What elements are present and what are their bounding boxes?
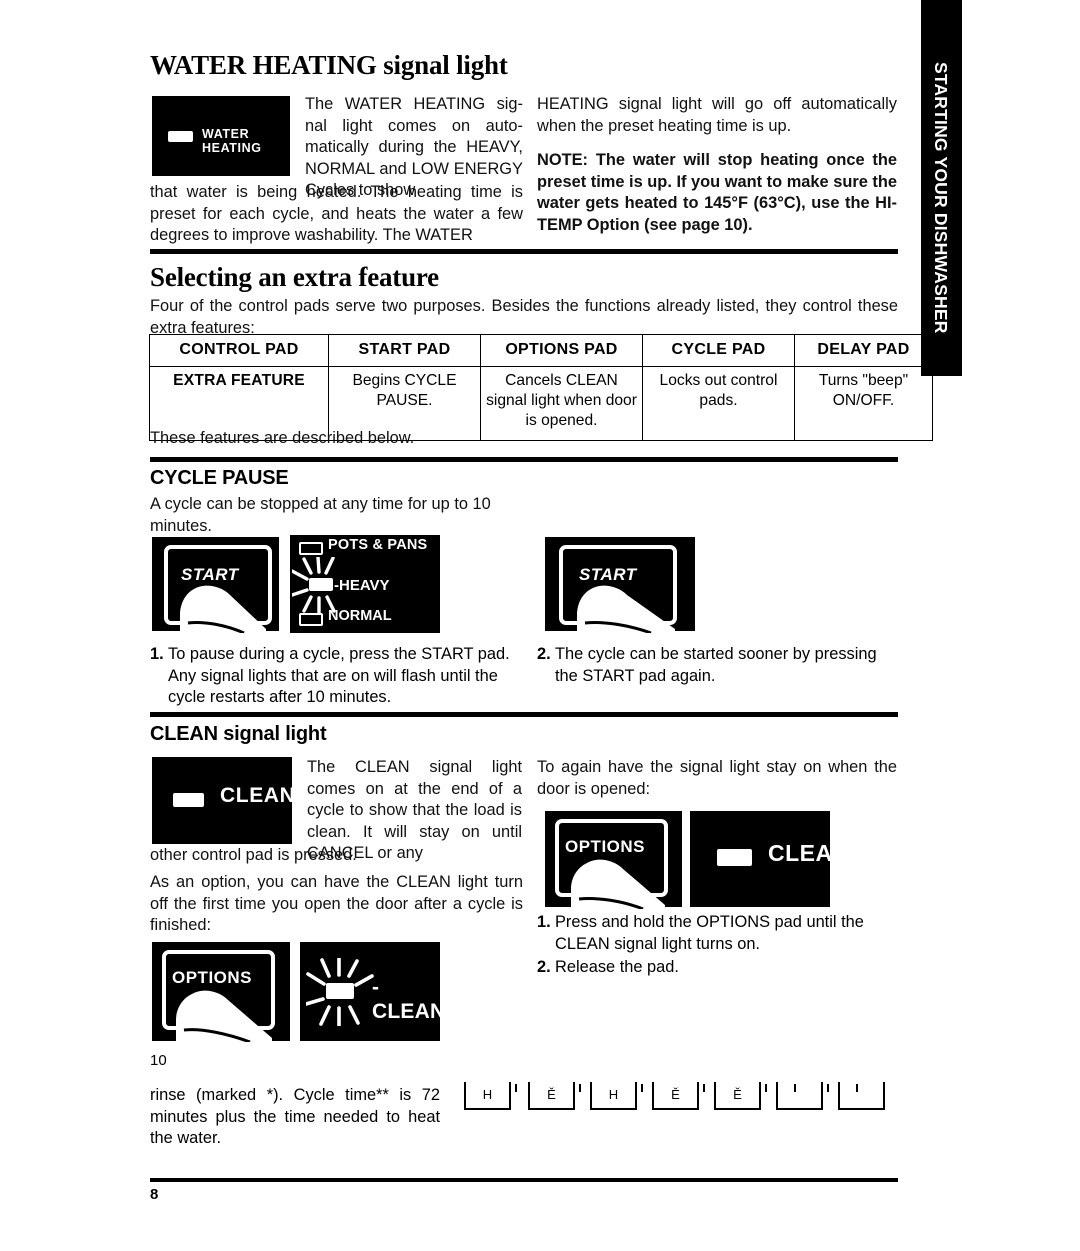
glyph-box: Ě	[528, 1082, 575, 1110]
clean-paragraph-1b: other control pad is pressed.	[150, 846, 357, 864]
indicator-lamp-icon	[299, 542, 323, 555]
step-number: 2.	[537, 958, 551, 976]
glyph-tick	[579, 1084, 581, 1092]
water-heating-panel-figure: WATER HEATING	[152, 96, 290, 176]
options-pad-label: OPTIONS	[565, 837, 646, 856]
table-header-cell: OPTIONS PAD	[480, 334, 643, 367]
table-header-cell: CONTROL PAD	[149, 334, 329, 367]
table-cell: Turns "beep" ON/OFF.	[794, 366, 933, 441]
page-title-water-heating: WATER HEATING signal light	[150, 50, 508, 80]
section-divider	[150, 457, 898, 462]
water-heating-paragraph-2a: HEATING signal light will go off automat…	[537, 95, 897, 135]
extra-feature-closing: These features are described below.	[150, 429, 415, 447]
section-tab: STARTING YOUR DISHWASHER	[921, 0, 962, 376]
indicator-lamp-icon	[717, 849, 752, 866]
water-heating-paragraph-1b: that water is being heated. The heating …	[150, 183, 523, 244]
control-pad-table: CONTROL PAD START PAD OPTIONS PAD CYCLE …	[149, 334, 933, 441]
clean-lamp-figure: CLEAN	[690, 811, 849, 907]
step-text: Release the pad.	[555, 958, 679, 976]
footer-divider	[150, 1178, 898, 1182]
options-pad-press-figure: OPTIONS	[545, 811, 682, 909]
step-text: The cycle can be started sooner by press…	[555, 645, 877, 685]
cycle-pause-intro: A cycle can be stopped at any time for u…	[150, 495, 491, 535]
heavy-label: -HEAVY	[334, 577, 390, 594]
clean-panel-figure: CLEAN	[152, 757, 296, 844]
table-header-cell: CYCLE PAD	[642, 334, 795, 367]
start-pad-press-figure-2: START	[545, 537, 695, 633]
step-number: 1.	[150, 645, 164, 663]
tail-paragraph: rinse (marked *). Cycle time** is 72 min…	[150, 1086, 440, 1147]
table-header-cell: DELAY PAD	[794, 334, 933, 367]
glyph-box	[776, 1082, 823, 1110]
clean-paragraph-2a: To again have the signal light stay on w…	[537, 758, 897, 798]
glyph-box: H	[464, 1082, 511, 1110]
clean-steps: 1. Press and hold the OPTIONS pad until …	[537, 912, 899, 980]
finger-icon	[180, 585, 266, 633]
options-pad-press-figure-2: OPTIONS	[152, 942, 290, 1042]
extra-feature-intro: Four of the control pads serve two purpo…	[150, 297, 898, 337]
glyph-box: Ě	[714, 1082, 761, 1110]
indicator-lamp-icon	[168, 131, 193, 142]
page-number: 8	[150, 1186, 159, 1203]
heading-clean-signal-light: CLEAN signal light	[150, 723, 327, 745]
glyph-tick	[765, 1084, 767, 1092]
glyph-box	[838, 1082, 885, 1110]
start-pad-press-figure: START	[152, 537, 279, 633]
glyph-tick	[856, 1084, 858, 1092]
glyph-tick	[703, 1084, 705, 1092]
section-tab-label: STARTING YOUR DISHWASHER	[931, 62, 951, 334]
finger-icon	[577, 585, 675, 633]
clean-panel-label: CLEAN	[220, 784, 296, 807]
clean-paragraph-1c: As an option, you can have the CLEAN lig…	[150, 873, 523, 934]
finger-icon	[571, 859, 665, 909]
glyph-box: H	[590, 1082, 637, 1110]
section-divider	[150, 249, 898, 254]
step-text: Press and hold the OPTIONS pad until the…	[555, 913, 864, 953]
section-divider	[150, 712, 898, 717]
finger-icon	[176, 990, 272, 1042]
table-header-cell: START PAD	[328, 334, 481, 367]
heading-cycle-pause: CYCLE PAUSE	[150, 467, 289, 489]
normal-label: NORMAL	[328, 608, 392, 624]
glyph-tick	[794, 1084, 796, 1092]
indicator-lamp-icon	[173, 793, 204, 807]
page-reference-10: 10	[150, 1052, 167, 1069]
water-heating-column-2: HEATING signal light will go off automat…	[537, 94, 897, 236]
water-heating-panel-label: WATER HEATING	[202, 127, 262, 155]
cycle-indicator-figure: POTS & PANS -HEAVY NORMAL	[290, 535, 440, 633]
scan-artifact-glyph-row: H Ě H Ě Ě	[464, 1078, 894, 1114]
cycle-pause-step-1: 1. To pause during a cycle, press the ST…	[150, 644, 512, 710]
step-number: 2.	[537, 645, 551, 663]
step-number: 1.	[537, 913, 551, 931]
clean-label: -CLEAN	[372, 976, 446, 1023]
glyph-tick	[515, 1084, 517, 1092]
cycle-pause-step-2: 2. The cycle can be started sooner by pr…	[537, 644, 899, 688]
glyph-tick	[641, 1084, 643, 1092]
page-title-extra-feature: Selecting an extra feature	[150, 262, 439, 292]
glyph-tick	[827, 1084, 829, 1092]
manual-page: STARTING YOUR DISHWASHER WATER HEATING s…	[0, 0, 1080, 1251]
options-pad-label: OPTIONS	[172, 968, 253, 987]
clean-lamp-flashing-figure: -CLEAN	[300, 942, 445, 1041]
table-header-row: CONTROL PAD START PAD OPTIONS PAD CYCLE …	[149, 334, 933, 367]
step-text: To pause during a cycle, press the START…	[168, 645, 510, 706]
flash-rays-icon	[306, 958, 374, 1026]
clean-label: CLEAN	[768, 840, 850, 866]
indicator-lamp-icon	[299, 613, 323, 626]
pots-and-pans-label: POTS & PANS	[328, 537, 428, 553]
water-heating-note: NOTE: The water will stop heating once t…	[537, 151, 897, 234]
table-cell: Locks out control pads.	[642, 366, 795, 441]
glyph-box: Ě	[652, 1082, 699, 1110]
